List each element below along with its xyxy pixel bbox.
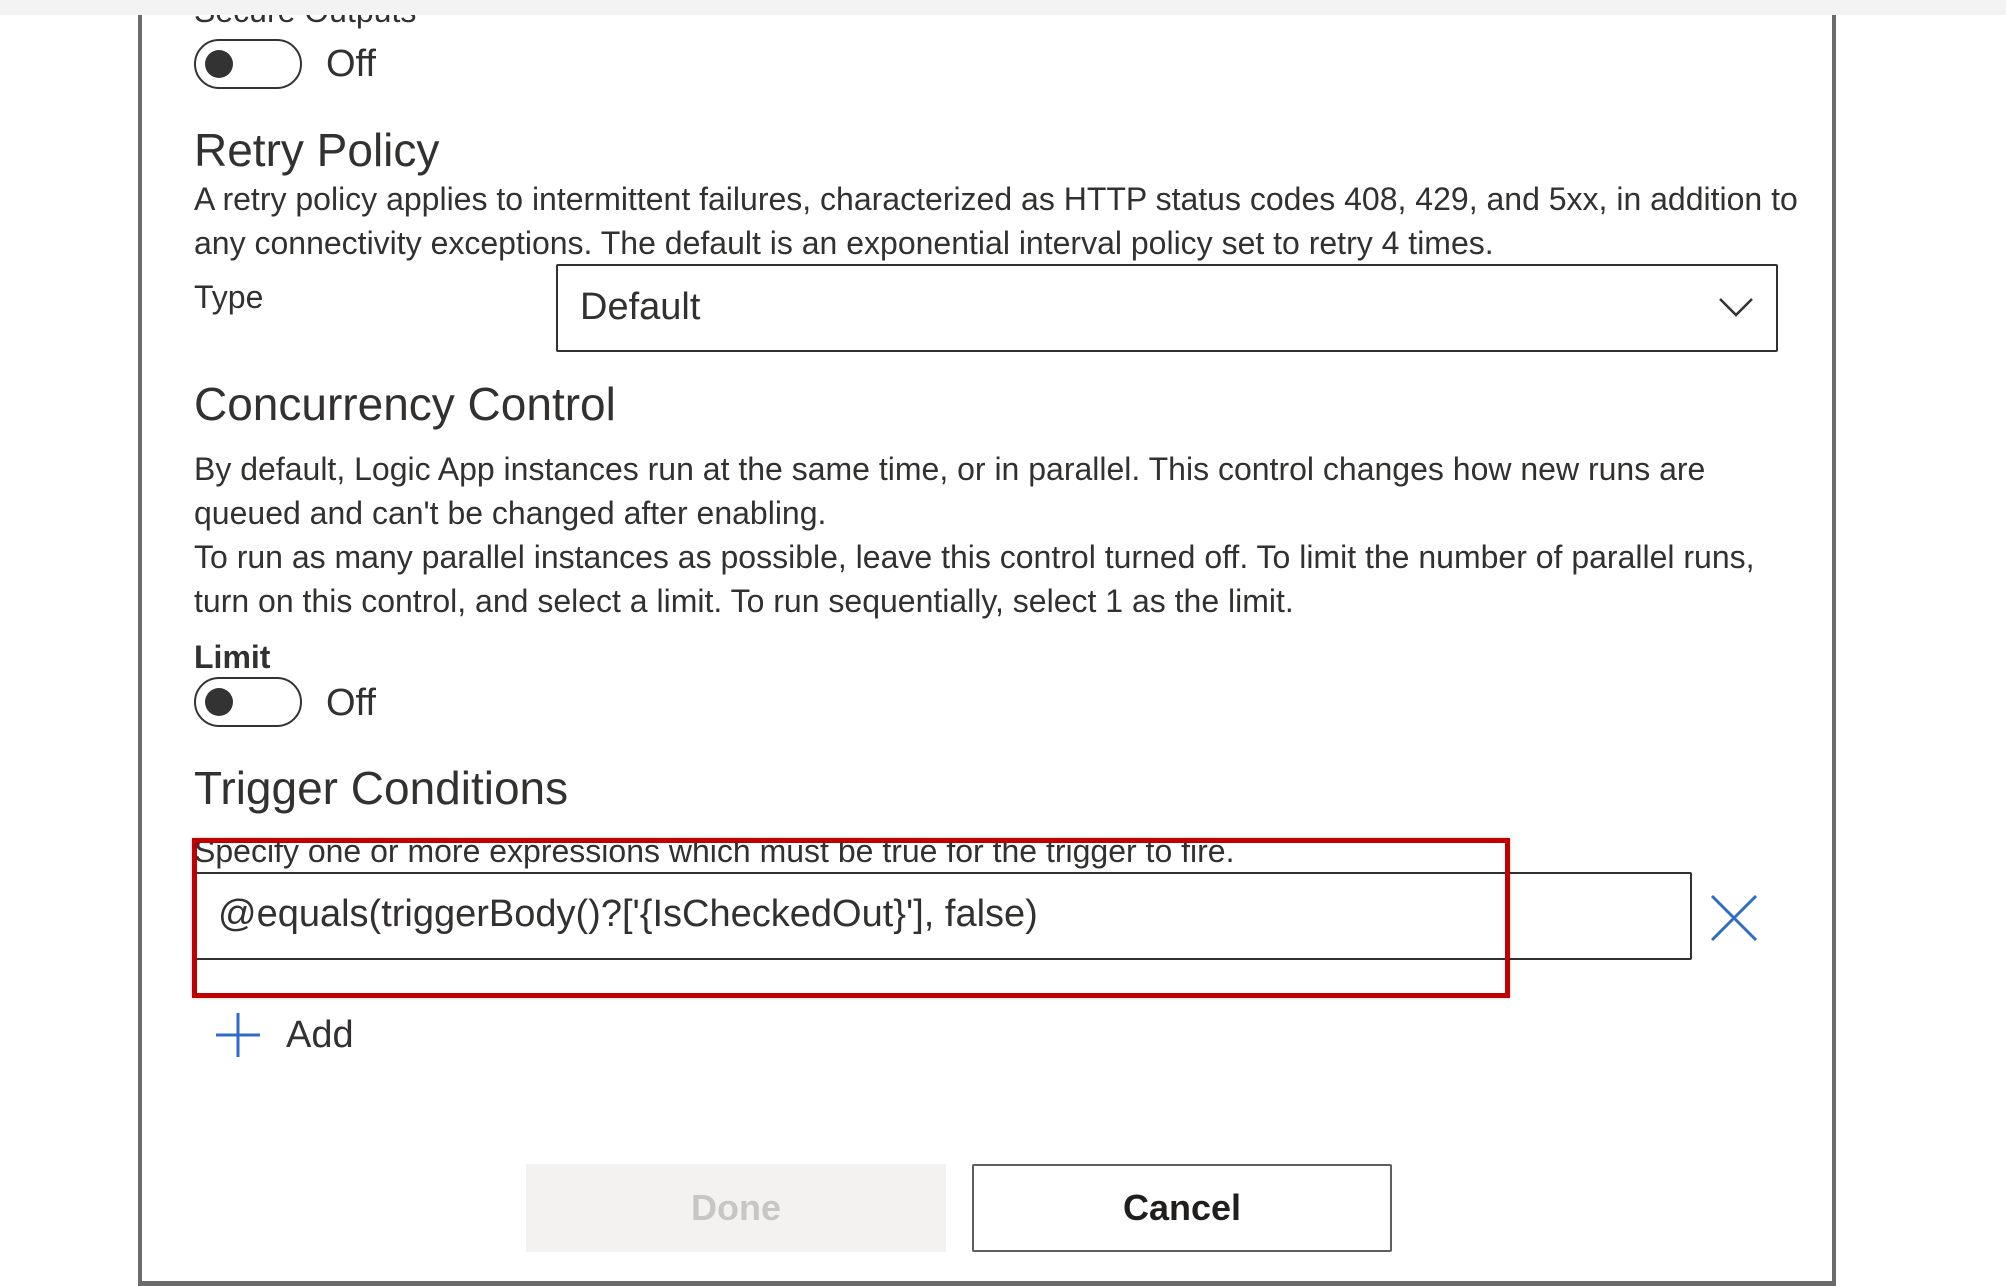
chevron-down-icon bbox=[1719, 298, 1753, 317]
window-top-strip bbox=[0, 0, 2006, 15]
trigger-conditions-title: Trigger Conditions bbox=[194, 762, 569, 814]
retry-policy-title: Retry Policy bbox=[194, 124, 440, 176]
retry-policy-description: A retry policy applies to intermittent f… bbox=[194, 181, 1798, 261]
close-icon[interactable] bbox=[1704, 888, 1764, 948]
retry-type-value: Default bbox=[580, 286, 701, 328]
done-button[interactable]: Done bbox=[526, 1164, 946, 1252]
toggle-knob bbox=[205, 688, 233, 716]
settings-panel: Secure Outputs Off Retry Policy A retry … bbox=[138, 15, 1836, 1286]
concurrency-limit-toggle-state: Off bbox=[326, 682, 376, 724]
cancel-button[interactable]: Cancel bbox=[972, 1164, 1392, 1252]
plus-icon bbox=[216, 1013, 260, 1057]
add-condition-label: Add bbox=[286, 1013, 354, 1056]
secure-outputs-toggle[interactable] bbox=[194, 39, 302, 89]
add-condition-button[interactable]: Add bbox=[214, 1003, 354, 1067]
secure-outputs-toggle-state: Off bbox=[326, 43, 376, 85]
highlight-annotation bbox=[192, 838, 1510, 998]
secure-outputs-label: Secure Outputs bbox=[194, 15, 416, 30]
retry-type-label: Type bbox=[194, 279, 264, 315]
concurrency-description-2: To run as many parallel instances as pos… bbox=[194, 539, 1755, 619]
limit-label: Limit bbox=[194, 639, 271, 675]
toggle-knob bbox=[205, 50, 233, 78]
concurrency-limit-toggle[interactable] bbox=[194, 677, 302, 727]
concurrency-description-1: By default, Logic App instances run at t… bbox=[194, 451, 1706, 531]
retry-type-dropdown[interactable]: Default bbox=[556, 264, 1778, 352]
concurrency-control-title: Concurrency Control bbox=[194, 378, 616, 430]
